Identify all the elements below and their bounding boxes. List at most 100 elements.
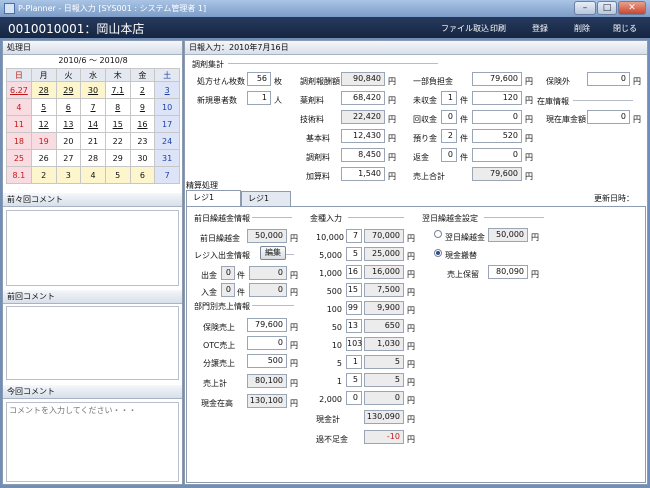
calendar-day[interactable]: 17 bbox=[154, 115, 180, 133]
calendar-day[interactable]: 4 bbox=[6, 98, 32, 116]
calendar-day[interactable]: 4 bbox=[80, 166, 106, 184]
calendar-day[interactable]: 3 bbox=[154, 81, 180, 99]
dispense-fee-input[interactable]: 8,450 bbox=[341, 148, 385, 162]
calendar-day[interactable]: 28 bbox=[80, 149, 106, 167]
this-comment-input[interactable] bbox=[6, 402, 179, 482]
non-insurance-input[interactable]: 0 bbox=[587, 72, 630, 86]
denom-amount: 9,900 bbox=[364, 301, 404, 315]
menu-file-import[interactable]: ファイル取込 bbox=[441, 23, 489, 34]
yen-unit: 円 bbox=[531, 233, 539, 242]
calendar-day[interactable]: 8.1 bbox=[6, 166, 32, 184]
denom-count-input[interactable]: 5 bbox=[346, 373, 362, 387]
menu-register[interactable]: 登録 bbox=[532, 23, 548, 34]
calendar-day[interactable]: 22 bbox=[104, 132, 131, 150]
yen-unit: 円 bbox=[407, 270, 415, 279]
tab-register-1[interactable]: レジ1 bbox=[186, 190, 241, 207]
calendar-day[interactable]: 20 bbox=[55, 132, 82, 150]
calendar-day[interactable]: 5 bbox=[30, 98, 57, 116]
calendar-day[interactable]: 13 bbox=[55, 115, 82, 133]
prev2-comment-box[interactable] bbox=[6, 210, 179, 286]
cash-transfer-radio[interactable] bbox=[434, 249, 442, 257]
insurance-sales-label: 保険売上 bbox=[203, 323, 235, 332]
close-window-button[interactable]: ✕ bbox=[618, 1, 646, 15]
split-sales-label: 分譲売上 bbox=[203, 359, 235, 368]
denom-count-input[interactable]: 99 bbox=[346, 301, 362, 315]
calendar-day[interactable]: 21 bbox=[80, 132, 106, 150]
calendar-day[interactable]: 27 bbox=[55, 149, 82, 167]
yen-unit: 円 bbox=[290, 323, 298, 332]
next-balance-radio[interactable] bbox=[434, 230, 442, 238]
menu-delete[interactable]: 削除 bbox=[574, 23, 590, 34]
collected-input[interactable]: 0 bbox=[472, 110, 522, 124]
calendar-day[interactable]: 7 bbox=[154, 166, 180, 184]
otc-sales-label: OTC売上 bbox=[203, 341, 236, 350]
new-patient-input[interactable]: 1 bbox=[247, 91, 271, 105]
denom-count-input[interactable]: 13 bbox=[346, 319, 362, 333]
calendar-day[interactable]: 3 bbox=[55, 166, 82, 184]
calendar-day[interactable]: 30 bbox=[80, 81, 106, 99]
prev-balance-value: 50,000 bbox=[247, 229, 287, 243]
split-sales-input[interactable]: 500 bbox=[247, 354, 287, 368]
denom-count-input[interactable]: 0 bbox=[346, 391, 362, 405]
insurance-sales-input[interactable]: 79,600 bbox=[247, 318, 287, 332]
calendar-day[interactable]: 6 bbox=[129, 166, 156, 184]
denom-count-input[interactable]: 15 bbox=[346, 283, 362, 297]
deposit-count[interactable]: 2 bbox=[441, 129, 457, 143]
denom-count-input[interactable]: 1 bbox=[346, 355, 362, 369]
receivable-count[interactable]: 1 bbox=[441, 91, 457, 105]
calendar-day[interactable]: 7.1 bbox=[104, 81, 131, 99]
base-fee-input[interactable]: 12,430 bbox=[341, 129, 385, 143]
calendar-day[interactable]: 15 bbox=[104, 115, 131, 133]
deposit-input[interactable]: 520 bbox=[472, 129, 522, 143]
denom-count-input[interactable]: 16 bbox=[346, 265, 362, 279]
calendar-day[interactable]: 23 bbox=[129, 132, 156, 150]
menu-close[interactable]: 閉じる bbox=[613, 23, 637, 34]
rx-count-input[interactable]: 56 bbox=[247, 72, 271, 86]
maximize-button[interactable]: □ bbox=[597, 1, 617, 15]
calendar-day[interactable]: 31 bbox=[154, 149, 180, 167]
tech-fee-value: 22,420 bbox=[341, 110, 385, 124]
calendar-day[interactable]: 14 bbox=[80, 115, 106, 133]
calendar-day[interactable]: 28 bbox=[30, 81, 57, 99]
calendar-day[interactable]: 11 bbox=[6, 115, 32, 133]
calendar-day[interactable]: 24 bbox=[154, 132, 180, 150]
calendar-day[interactable]: 12 bbox=[30, 115, 57, 133]
tab-register-2[interactable]: レジ1 bbox=[241, 191, 291, 207]
refund-count[interactable]: 0 bbox=[441, 148, 457, 162]
calendar-day-selected[interactable]: 16 bbox=[129, 115, 156, 133]
otc-sales-input[interactable]: 0 bbox=[247, 336, 287, 350]
store-title: 0010010001：岡山本店 bbox=[8, 22, 145, 36]
sales-hold-input[interactable]: 80,090 bbox=[488, 265, 528, 279]
add-fee-input[interactable]: 1,540 bbox=[341, 167, 385, 181]
calendar-day[interactable]: 30 bbox=[129, 149, 156, 167]
collected-count[interactable]: 0 bbox=[441, 110, 457, 124]
calendar-day[interactable]: 29 bbox=[104, 149, 131, 167]
calendar-day[interactable]: 6.27 bbox=[6, 81, 32, 99]
calendar-day[interactable]: 19 bbox=[30, 132, 57, 150]
denom-count-input[interactable]: 5 bbox=[346, 247, 362, 261]
receivable-input[interactable]: 120 bbox=[472, 91, 522, 105]
calendar-day[interactable]: 2 bbox=[30, 166, 57, 184]
calendar-day[interactable]: 25 bbox=[6, 149, 32, 167]
drug-fee-input[interactable]: 68,420 bbox=[341, 91, 385, 105]
calendar-day[interactable]: 8 bbox=[104, 98, 131, 116]
inventory-input[interactable]: 0 bbox=[587, 110, 630, 124]
edit-button[interactable]: 編集 bbox=[260, 246, 286, 260]
denom-count-input[interactable]: 103 bbox=[346, 337, 362, 351]
yen-unit: 円 bbox=[525, 134, 533, 143]
calendar-day[interactable]: 9 bbox=[129, 98, 156, 116]
copay-input[interactable]: 79,600 bbox=[472, 72, 522, 86]
calendar-day[interactable]: 5 bbox=[104, 166, 131, 184]
calendar-day[interactable]: 10 bbox=[154, 98, 180, 116]
prev-comment-box[interactable] bbox=[6, 306, 179, 380]
calendar-day[interactable]: 6 bbox=[55, 98, 82, 116]
calendar-day[interactable]: 2 bbox=[129, 81, 156, 99]
calendar-day[interactable]: 29 bbox=[55, 81, 82, 99]
refund-input[interactable]: 0 bbox=[472, 148, 522, 162]
menu-print[interactable]: 印刷 bbox=[490, 23, 506, 34]
calendar-day[interactable]: 7 bbox=[80, 98, 106, 116]
denom-count-input[interactable]: 7 bbox=[346, 229, 362, 243]
calendar-day[interactable]: 18 bbox=[6, 132, 32, 150]
minimize-button[interactable]: – bbox=[574, 1, 596, 15]
calendar-day[interactable]: 26 bbox=[30, 149, 57, 167]
